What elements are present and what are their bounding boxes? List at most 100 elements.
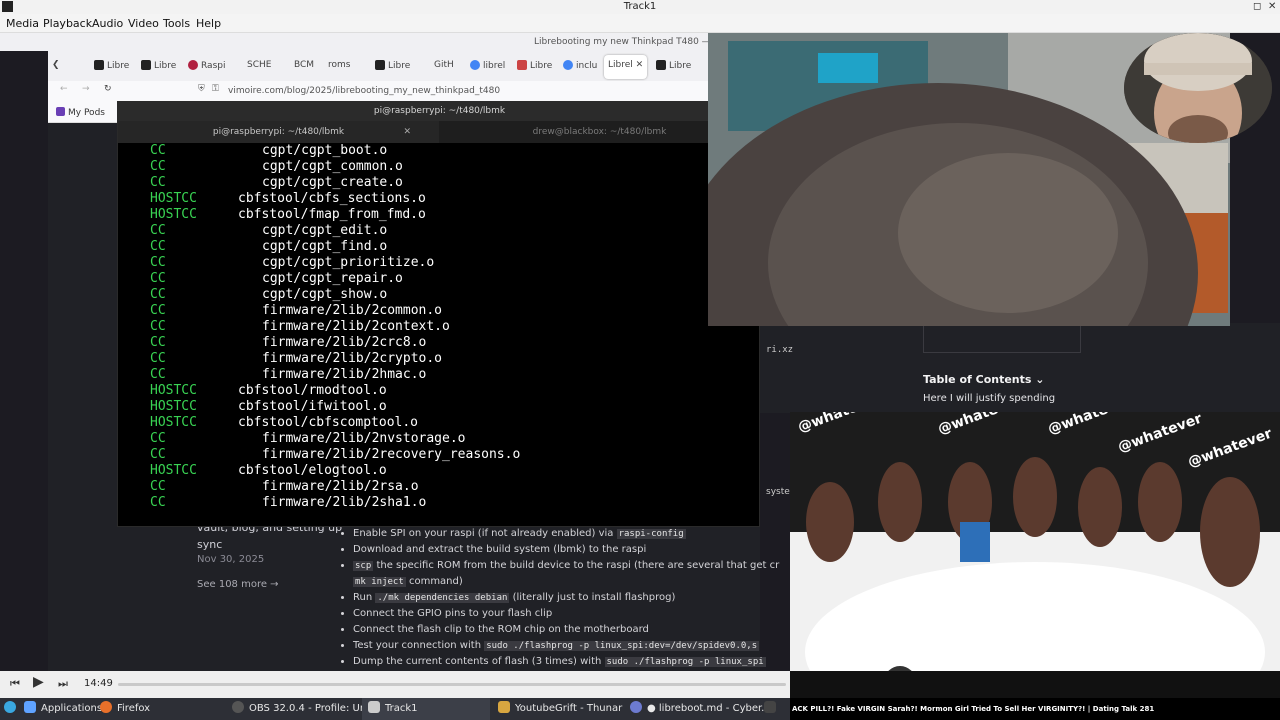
menu-audio[interactable]: Audio <box>92 17 123 30</box>
tab[interactable]: Libre <box>94 60 129 71</box>
menu-playback[interactable]: Playback <box>43 17 92 30</box>
chevron-down-icon: ⌄ <box>1035 373 1045 386</box>
taskbar-firefox[interactable]: Firefox <box>100 698 150 720</box>
taskbar-applications[interactable]: Applications <box>24 698 102 720</box>
taskbar-obs[interactable]: OBS 32.0.4 - Profile: Un... <box>232 698 376 720</box>
editor-icon <box>630 701 642 713</box>
inline-code: scp <box>353 561 374 571</box>
build-step-file: firmware/2lib/2common.o <box>262 303 443 318</box>
build-step-file: firmware/2lib/2rsa.o <box>262 479 419 494</box>
bookmark-my-pods[interactable]: My Pods <box>56 107 105 118</box>
build-step-file: firmware/2lib/2sha1.o <box>262 495 427 510</box>
video-frame[interactable]: Librebooting my new Thinkpad T480 — Mozi… <box>0 33 1280 671</box>
build-step-file: cgpt/cgpt_find.o <box>262 239 388 254</box>
taskbar-editor[interactable]: ● libreboot.md - Cyber... <box>630 698 771 720</box>
next-icon[interactable]: ⏭ <box>58 677 68 691</box>
forward-icon[interactable]: → <box>82 84 90 94</box>
build-step-kind: HOSTCC <box>150 463 197 478</box>
terminal-title: pi@raspberrypi: ~/t480/lbmk <box>118 102 761 121</box>
firefox-titlebar: Librebooting my new Thinkpad T480 — Mozi… <box>0 33 760 51</box>
build-step-kind: CC <box>150 495 166 510</box>
build-step-file: firmware/2lib/2crc8.o <box>262 335 427 350</box>
tab[interactable]: Libre <box>375 60 410 71</box>
build-step-file: cbfstool/ifwitool.o <box>238 399 387 414</box>
build-step-kind: CC <box>150 175 166 190</box>
toc-item[interactable]: Here I will justify spending <box>923 393 1055 404</box>
system-icon[interactable] <box>4 698 16 720</box>
restore-icon[interactable]: ◻ <box>1253 0 1261 14</box>
page-icon <box>94 60 104 70</box>
firefox-navbar: ← → ↻ ⛨ ⚿ vimoire.com/blog/2025/libreboo… <box>48 81 760 103</box>
tab[interactable]: BCM <box>294 60 314 70</box>
terminal-icon <box>764 701 776 713</box>
taskbar-thunar[interactable]: YoutubeGrift - Thunar <box>498 698 622 720</box>
player-controls: ⏮ ▶ ⏭ 14:49 <box>0 671 790 698</box>
lock-icon[interactable]: ⚿ <box>212 84 219 94</box>
build-step-file: firmware/2lib/2crypto.o <box>262 351 443 366</box>
tab[interactable]: inclu <box>563 60 597 71</box>
pods-icon <box>56 107 65 116</box>
page-icon <box>517 60 527 70</box>
see-more-link[interactable]: See 108 more → <box>197 579 279 590</box>
previous-icon[interactable]: ⏮ <box>10 677 20 691</box>
menu-tools[interactable]: Tools <box>163 17 190 30</box>
build-step-file: cgpt/cgpt_create.o <box>262 175 403 190</box>
build-step-file: cbfstool/rmodtool.o <box>238 383 387 398</box>
play-button[interactable]: ▶ <box>33 674 44 690</box>
build-step-kind: CC <box>150 223 166 238</box>
step-item: Connect the GPIO pins to your flash clip <box>353 606 779 622</box>
terminal-window[interactable]: pi@raspberrypi: ~/t480/lbmk pi@raspberry… <box>117 101 761 528</box>
tab[interactable]: SCHE <box>247 60 271 70</box>
url-bar[interactable]: vimoire.com/blog/2025/librebooting_my_ne… <box>228 86 500 96</box>
build-step-file: firmware/2lib/2hmac.o <box>262 367 427 382</box>
tab[interactable]: GitH <box>434 60 454 70</box>
firefox-tabstrip: ❮ Libre Libre Raspi SCHE BCM roms Libre … <box>48 51 760 81</box>
tab[interactable]: Raspi <box>188 60 225 71</box>
firefox-icon <box>100 701 112 713</box>
back-icon[interactable]: ← <box>60 84 68 94</box>
build-step-kind: CC <box>150 447 166 462</box>
build-step-kind: CC <box>150 335 166 350</box>
page-icon <box>656 60 666 70</box>
menu-help[interactable]: Help <box>196 17 221 30</box>
shield-icon[interactable]: ⛨ <box>198 84 205 94</box>
build-step-kind: CC <box>150 367 166 382</box>
tab[interactable]: Libre <box>141 60 176 71</box>
tab[interactable]: Libre <box>517 60 552 71</box>
build-step-kind: CC <box>150 303 166 318</box>
google-icon <box>563 60 573 70</box>
tab[interactable]: librel <box>470 60 505 71</box>
toc-title[interactable]: Table of Contents ⌄ <box>923 373 1045 386</box>
build-step-file: firmware/2lib/2recovery_reasons.o <box>262 447 521 462</box>
menu-video[interactable]: Video <box>128 17 159 30</box>
step-item: mk inject command) <box>353 576 463 587</box>
inline-code: mk inject <box>353 577 406 587</box>
seek-bar[interactable] <box>118 683 786 686</box>
build-step-kind: CC <box>150 351 166 366</box>
raspberry-icon <box>188 60 198 70</box>
reload-icon[interactable]: ↻ <box>104 84 112 94</box>
menu-media[interactable]: Media <box>6 17 39 30</box>
taskbar-track1[interactable]: Track1 <box>362 698 490 720</box>
tab[interactable]: Libre <box>656 60 691 71</box>
build-step-kind: HOSTCC <box>150 207 197 222</box>
steps-list: Enable SPI on your raspi (if not already… <box>353 526 779 670</box>
close-tab-icon[interactable]: ✕ <box>403 121 411 143</box>
build-step-kind: CC <box>150 431 166 446</box>
vlc-menubar: Media Playback Audio Video Tools Help <box>0 14 1280 33</box>
screen: Track1 ◻ ✕ Media Playback Audio Video To… <box>0 0 1280 720</box>
build-step-file: cgpt/cgpt_edit.o <box>262 223 388 238</box>
obs-icon <box>232 701 244 713</box>
tab-back-arrow[interactable]: ❮ <box>52 60 60 70</box>
build-step-kind: CC <box>150 239 166 254</box>
build-step-kind: HOSTCC <box>150 399 197 414</box>
tab[interactable]: roms <box>328 60 350 70</box>
side-post-title-cont[interactable]: sync <box>197 538 222 551</box>
close-tab-icon[interactable]: ✕ <box>636 60 644 70</box>
terminal-tab-active[interactable]: pi@raspberrypi: ~/t480/lbmk ✕ <box>118 121 439 143</box>
terminal-output[interactable]: CC cgpt/cgpt_boot.o CC cgpt/cgpt_common.o CC… <box>118 143 761 528</box>
close-icon[interactable]: ✕ <box>1268 0 1276 14</box>
tab-active[interactable]: Librel ✕ <box>604 55 648 79</box>
taskbar-terminal[interactable] <box>764 698 776 720</box>
build-step-kind: CC <box>150 479 166 494</box>
